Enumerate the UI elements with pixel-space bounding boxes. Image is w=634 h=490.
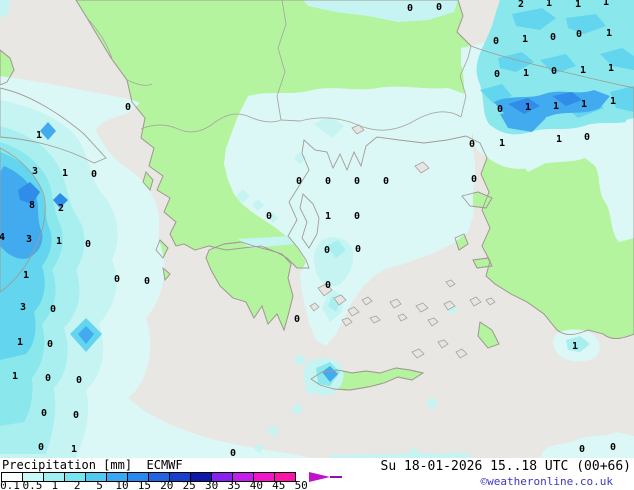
- forecast-datetime: Su 18-01-2026 15..18 UTC (00+66): [380, 459, 631, 474]
- colorbar-tick-label: 30: [204, 479, 219, 490]
- legend-colorbar-arrow-tail: [330, 476, 342, 478]
- colorbar-tick-label: 35: [227, 479, 241, 490]
- colorbar-tick-label: 0.1: [0, 479, 20, 490]
- colorbar-tick-label: 1: [51, 479, 59, 490]
- weather-map-page: 1031082431010030101000001000000100000002…: [0, 0, 634, 490]
- colorbar-tick-label: 5: [96, 479, 103, 490]
- colorbar-tick-label: 45: [272, 479, 286, 490]
- map-area: 1031082431010030101000001000000100000002…: [0, 0, 634, 459]
- colorbar-tick-label: 2: [73, 479, 81, 490]
- colorbar-tick-label: 0.5: [22, 479, 43, 490]
- legend-title: Precipitation [mm] ECMWF: [2, 458, 183, 472]
- map-canvas: [0, 0, 634, 458]
- copyright-notice: ©weatheronline.co.uk: [480, 475, 613, 488]
- colorbar-tick-label: 50: [294, 479, 308, 490]
- colorbar-tick-label: 40: [249, 479, 264, 490]
- colorbar-tick-label: 10: [115, 479, 129, 490]
- legend-scale-labels: 0.1 0.5 1 2 5 10 15 20 25 30 35 40 45 50: [0, 479, 340, 490]
- colorbar-tick-label: 15: [137, 479, 152, 490]
- colorbar-tick-label: 25: [182, 479, 196, 490]
- colorbar-tick-label: 20: [160, 479, 174, 490]
